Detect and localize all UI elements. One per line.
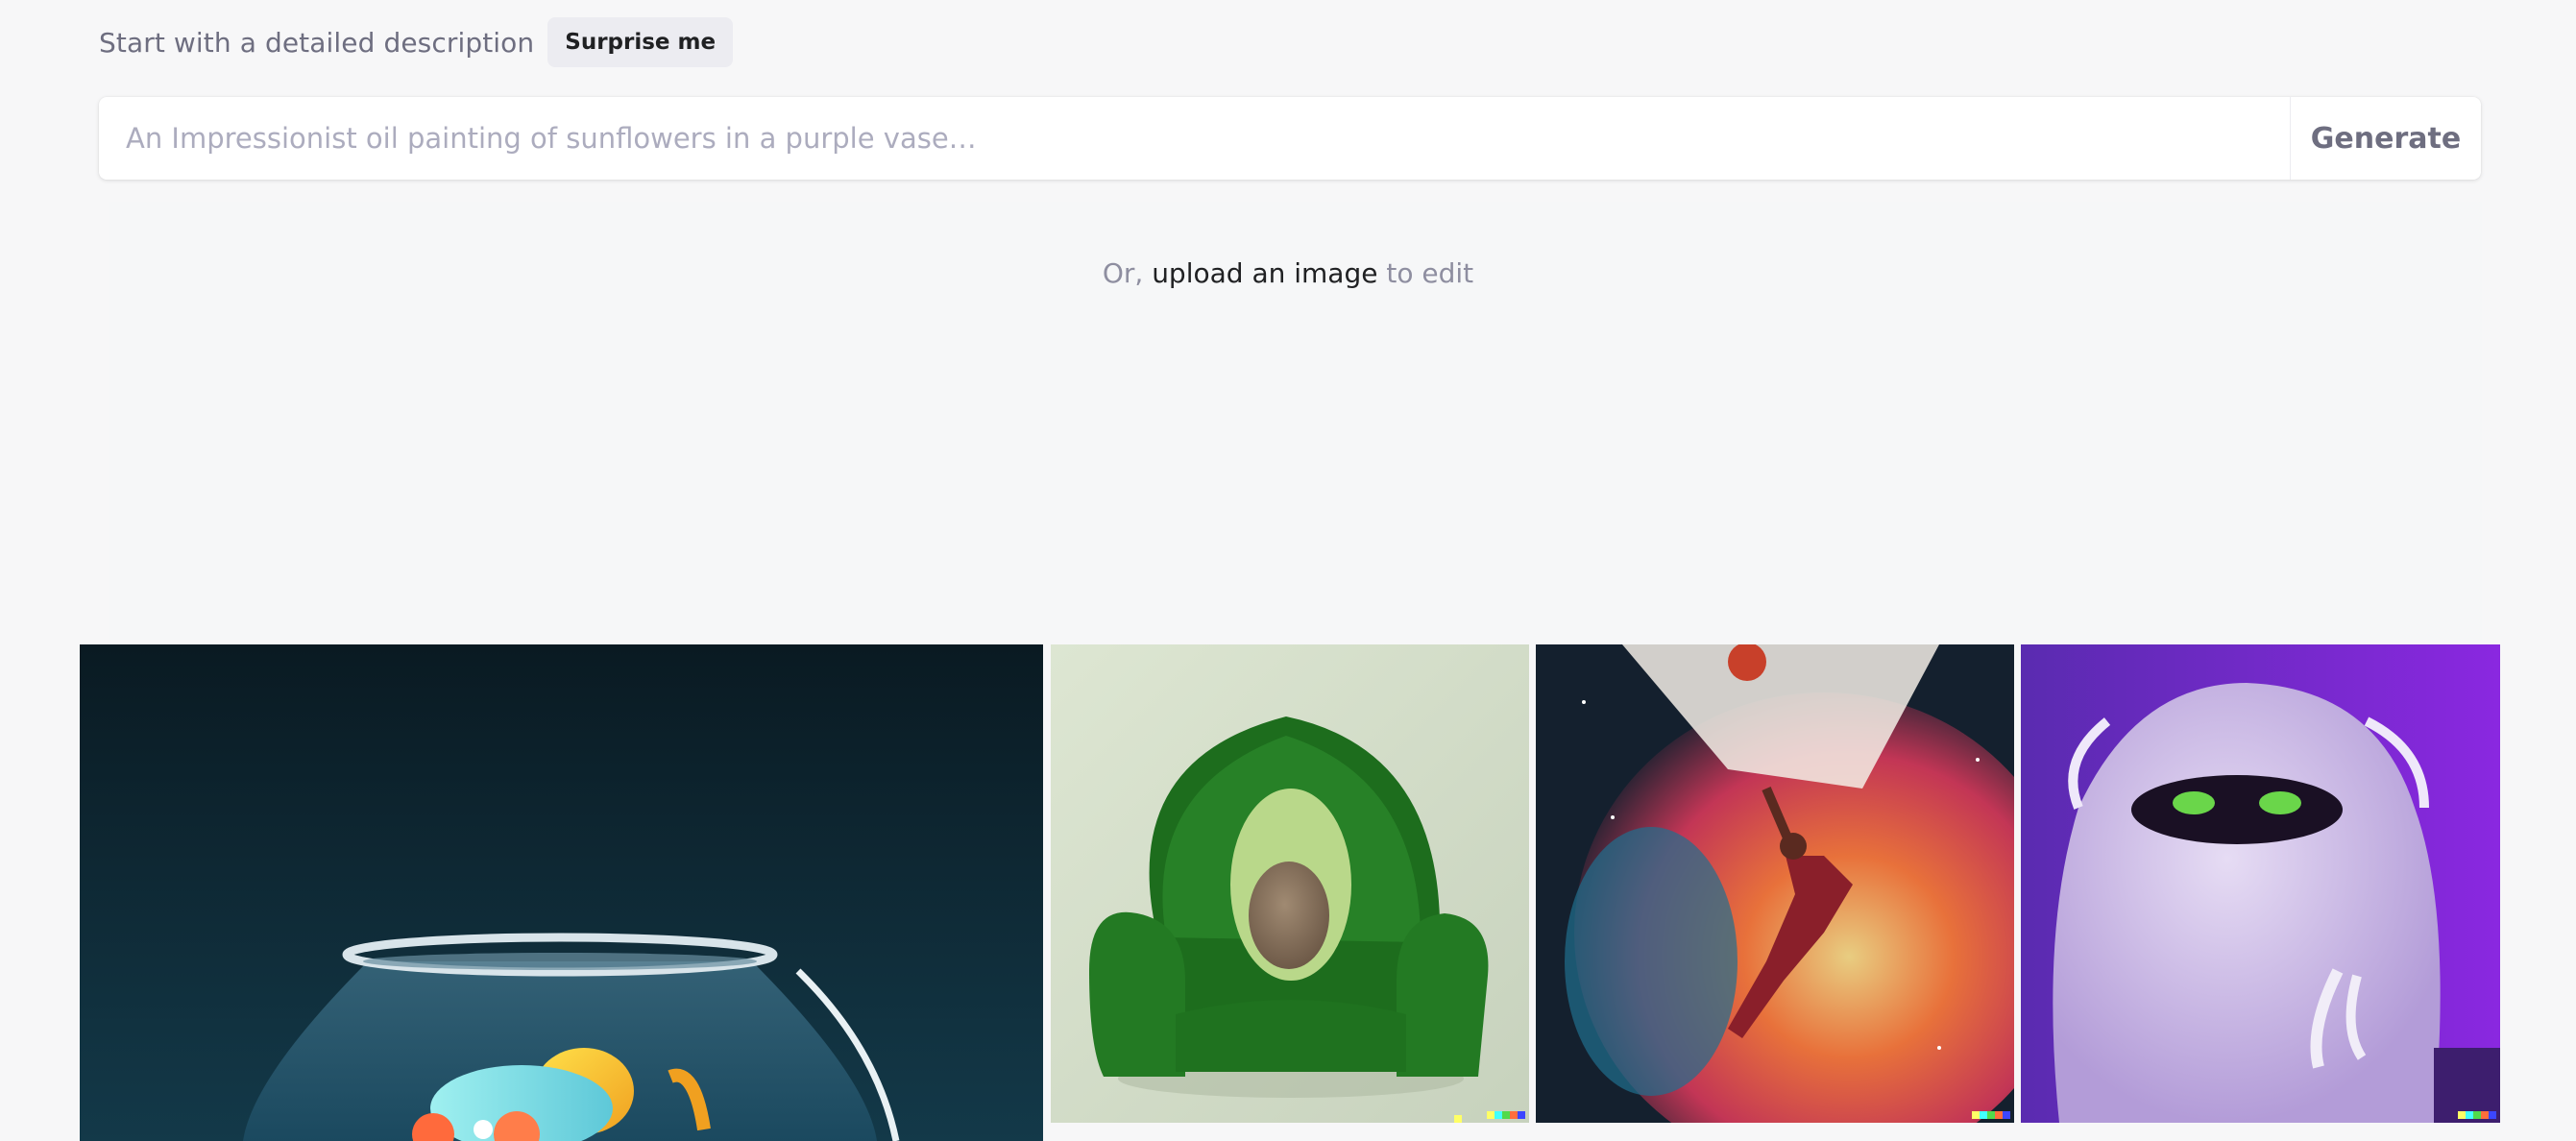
fishbowl-image bbox=[80, 644, 1043, 1141]
signature-color-5 bbox=[1518, 1111, 1525, 1119]
purple-monster-image bbox=[2021, 644, 2500, 1123]
signature-strip bbox=[2458, 1111, 2496, 1119]
signature-strip bbox=[1972, 1111, 2010, 1119]
signature-color-3 bbox=[2473, 1111, 2481, 1119]
signature-color-3 bbox=[1987, 1111, 1995, 1119]
signature-color-1 bbox=[1972, 1111, 1980, 1119]
upload-suffix: to edit bbox=[1386, 257, 1474, 289]
prompt-bar: Generate bbox=[99, 97, 2481, 180]
signature-color-1 bbox=[2458, 1111, 2466, 1119]
signature-color-3 bbox=[1502, 1111, 1510, 1119]
gallery-item-avocado-chair[interactable] bbox=[1051, 644, 1529, 1123]
gallery-item-basketball-painting[interactable] bbox=[1536, 644, 2014, 1123]
prompt-header: Start with a detailed description Surpri… bbox=[99, 16, 734, 68]
signature-strip bbox=[1487, 1111, 1525, 1119]
basketball-painting-image bbox=[1536, 644, 2014, 1123]
surprise-me-button[interactable]: Surprise me bbox=[547, 17, 734, 67]
example-gallery bbox=[80, 644, 2500, 1141]
signature-color-2 bbox=[1495, 1111, 1502, 1119]
gallery-item-purple-monster[interactable] bbox=[2021, 644, 2500, 1123]
signature-color-4 bbox=[2481, 1111, 2489, 1119]
generate-button[interactable]: Generate bbox=[2290, 97, 2481, 180]
upload-image-link[interactable]: upload an image bbox=[1152, 257, 1377, 289]
upload-instructions: Or, upload an image to edit bbox=[0, 257, 2576, 289]
signature-color-2 bbox=[2466, 1111, 2473, 1119]
signature-color-4 bbox=[1995, 1111, 2003, 1119]
signature-color-4 bbox=[1510, 1111, 1518, 1119]
signature-color-1 bbox=[1487, 1111, 1495, 1119]
signature-color-5 bbox=[2489, 1111, 2496, 1119]
signature-color-5 bbox=[2003, 1111, 2010, 1119]
gallery-item-fishbowl[interactable] bbox=[80, 644, 1043, 1141]
avocado-chair-image bbox=[1051, 644, 1529, 1123]
signature-color-2 bbox=[1980, 1111, 1987, 1119]
prompt-input[interactable] bbox=[99, 97, 2290, 180]
upload-prefix: Or, bbox=[1102, 257, 1144, 289]
prompt-hint: Start with a detailed description bbox=[99, 26, 535, 59]
